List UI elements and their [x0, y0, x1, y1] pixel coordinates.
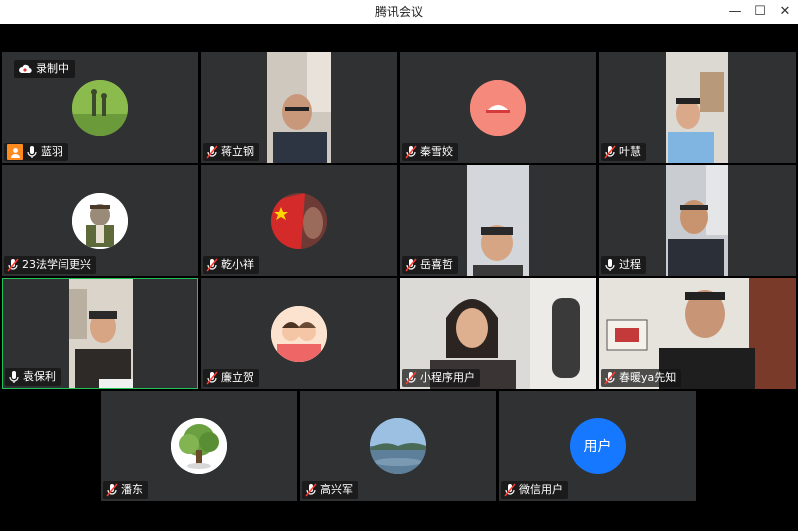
microphone-muted-icon: [604, 371, 616, 385]
microphone-muted-icon: [7, 258, 19, 272]
close-button[interactable]: ✕: [773, 0, 797, 24]
participant-tile[interactable]: 乾小祥: [201, 165, 397, 276]
microphone-muted-icon: [305, 483, 317, 497]
avatar: [72, 192, 128, 249]
participant-name: 蓝羽: [41, 145, 63, 158]
name-tag: 叶慧: [601, 143, 646, 161]
window-title: 腾讯会议: [374, 5, 423, 19]
participant-name: 秦雪姣: [420, 145, 453, 158]
participant-tile-active-speaker[interactable]: 袁保利: [2, 278, 198, 389]
participant-tile[interactable]: 高兴军: [300, 391, 496, 501]
microphone-icon: [9, 371, 19, 383]
host-icon: [7, 144, 23, 160]
participant-name: 乾小祥: [221, 258, 254, 271]
name-tag: 高兴军: [302, 481, 358, 499]
microphone-muted-icon: [206, 371, 218, 385]
name-tag: 微信用户: [501, 481, 568, 499]
participant-name: 高兴军: [320, 483, 353, 496]
name-tag: 岳喜哲: [402, 256, 458, 274]
name-tag: 廉立贺: [203, 369, 259, 387]
avatar: [271, 192, 327, 249]
name-tag: 蓝羽: [4, 143, 68, 161]
name-tag: 蒋立钢: [203, 143, 259, 161]
participant-name: 袁保利: [23, 370, 56, 383]
microphone-muted-icon: [405, 371, 417, 385]
participant-tile[interactable]: 廉立贺: [201, 278, 397, 389]
participant-tile[interactable]: 过程: [599, 165, 796, 276]
participant-name: 潘东: [121, 483, 143, 496]
microphone-muted-icon: [106, 483, 118, 497]
participant-name: 小程序用户: [420, 371, 475, 384]
recording-label: 录制中: [36, 62, 69, 75]
maximize-button[interactable]: ☐: [748, 0, 772, 24]
name-tag: 乾小祥: [203, 256, 259, 274]
participant-tile[interactable]: 用户 微信用户: [499, 391, 696, 501]
participant-tile[interactable]: 岳喜哲: [400, 165, 596, 276]
microphone-muted-icon: [405, 258, 417, 272]
participant-tile[interactable]: 蒋立钢: [201, 52, 397, 163]
microphone-muted-icon: [405, 145, 417, 159]
participant-tile[interactable]: 23法学闫更兴: [2, 165, 198, 276]
avatar: [171, 418, 227, 474]
participant-name: 春暖ya先知: [619, 371, 677, 384]
name-tag: 秦雪姣: [402, 143, 458, 161]
participant-tile[interactable]: 叶慧: [599, 52, 796, 163]
recording-indicator: 录制中: [14, 60, 75, 78]
video-feed: [267, 52, 331, 163]
participant-name: 过程: [619, 258, 641, 271]
minimize-button[interactable]: —: [723, 0, 747, 24]
avatar-text: 用户: [583, 439, 612, 455]
participant-name: 岳喜哲: [420, 258, 453, 271]
name-tag: 23法学闫更兴: [4, 256, 96, 274]
avatar-default: 用户: [569, 418, 626, 474]
microphone-icon: [27, 146, 37, 158]
participant-tile[interactable]: 潘东: [101, 391, 297, 501]
microphone-muted-icon: [206, 145, 218, 159]
microphone-icon: [605, 259, 615, 271]
video-feed: [666, 165, 728, 276]
name-tag: 潘东: [103, 481, 148, 499]
cloud-record-icon: [19, 64, 32, 74]
participant-name: 廉立贺: [221, 371, 254, 384]
microphone-muted-icon: [604, 145, 616, 159]
participant-name: 叶慧: [619, 145, 641, 158]
video-feed: [69, 279, 133, 388]
name-tag: 春暖ya先知: [601, 369, 682, 387]
microphone-muted-icon: [504, 483, 516, 497]
avatar: [271, 305, 327, 362]
participant-name: 23法学闫更兴: [22, 258, 91, 271]
avatar: [370, 418, 426, 474]
video-feed: [666, 52, 728, 163]
name-tag: 袁保利: [5, 368, 61, 386]
participant-tile[interactable]: 秦雪姣: [400, 52, 596, 163]
video-grid: 录制中 蓝羽 蒋立钢 秦雪姣 叶慧 23法学闫更兴 乾小祥 岳喜哲 过程 袁保利…: [0, 24, 798, 531]
participant-tile[interactable]: 录制中 蓝羽: [2, 52, 198, 163]
avatar: [470, 79, 526, 136]
avatar: [72, 79, 128, 136]
participant-name: 蒋立钢: [221, 145, 254, 158]
title-bar: 腾讯会议 — ☐ ✕: [0, 0, 798, 25]
microphone-muted-icon: [206, 258, 218, 272]
name-tag: 小程序用户: [402, 369, 480, 387]
participant-name: 微信用户: [519, 483, 563, 496]
name-tag: 过程: [601, 256, 646, 274]
participant-tile[interactable]: 春暖ya先知: [599, 278, 796, 389]
video-feed: [467, 165, 529, 276]
participant-tile[interactable]: 小程序用户: [400, 278, 596, 389]
